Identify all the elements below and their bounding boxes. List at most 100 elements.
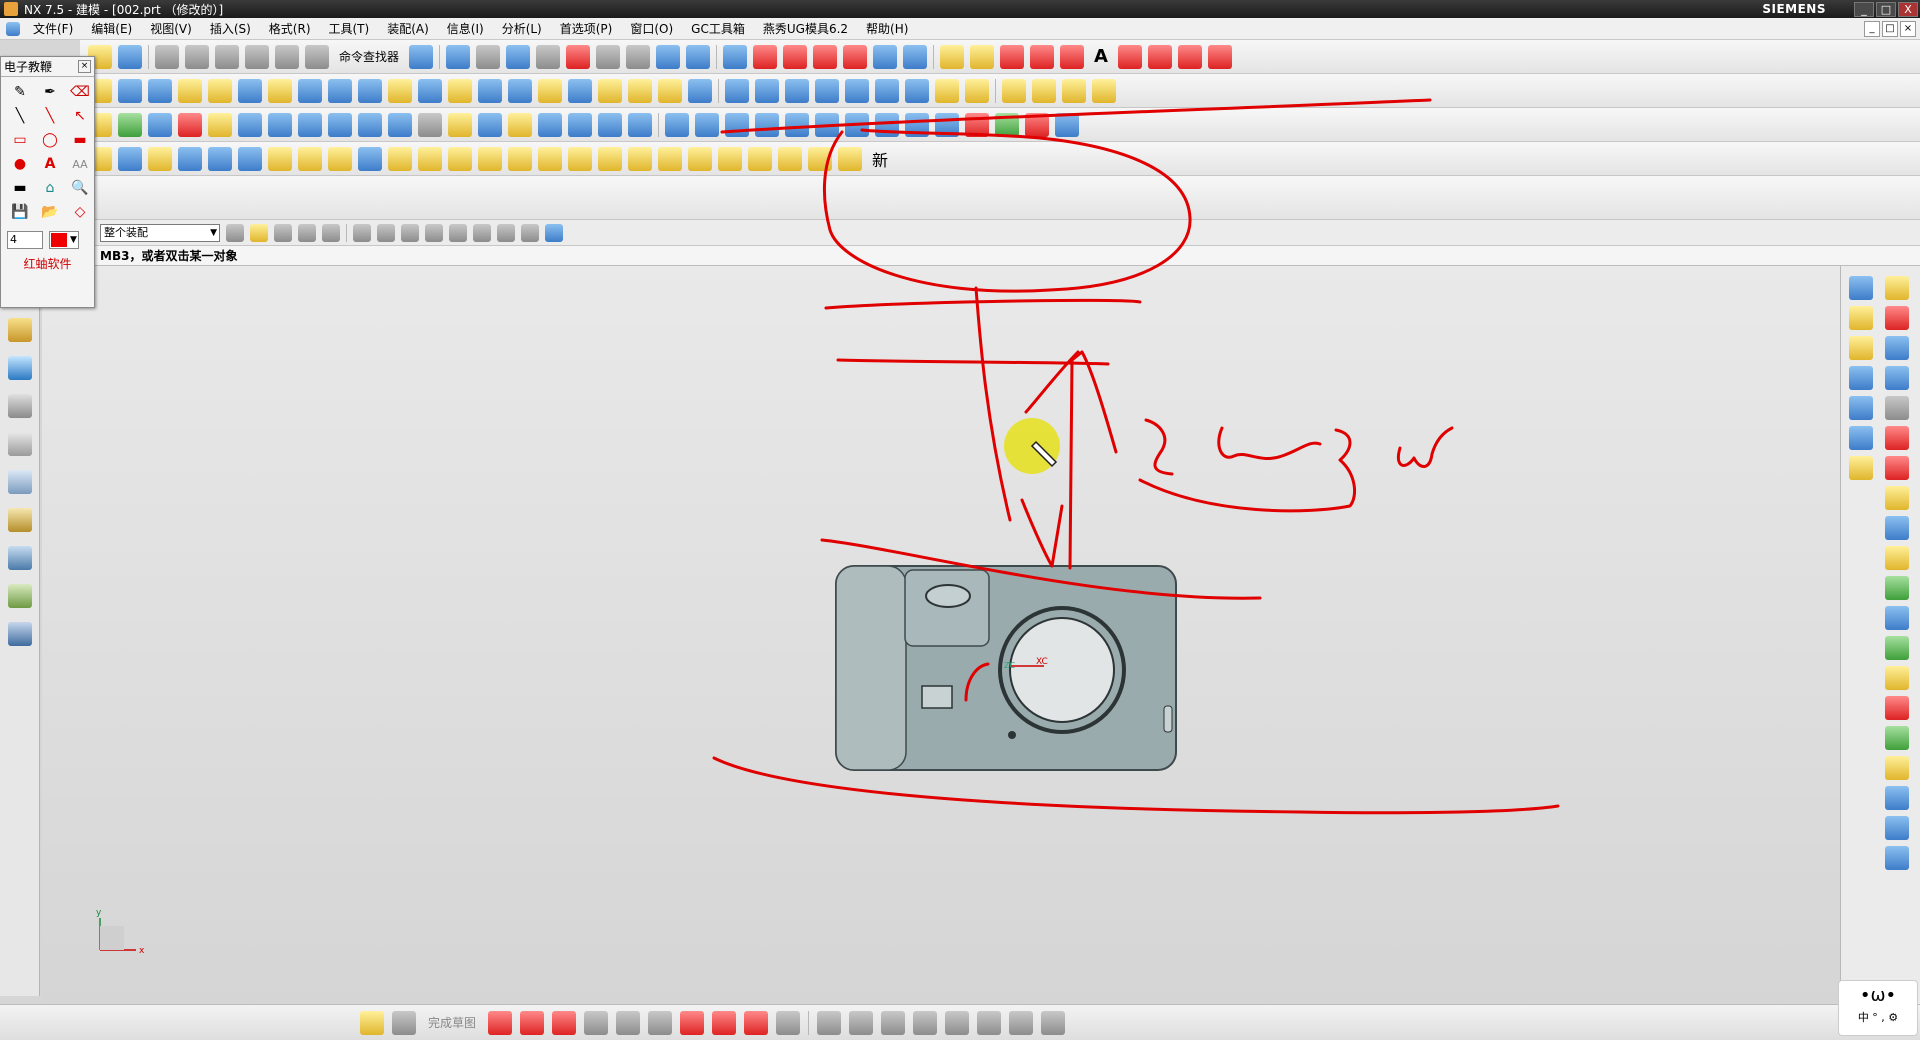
menu-yanxiu-mold[interactable]: 燕秀UG模具6.2: [754, 20, 857, 37]
bottom-mirror-icon[interactable]: [977, 1010, 1002, 1035]
redo-icon[interactable]: [275, 44, 299, 69]
snap-quadrant-icon[interactable]: [473, 223, 491, 242]
text-tool-icon[interactable]: A: [1090, 46, 1112, 67]
minimize-button[interactable]: _: [1854, 1, 1874, 17]
color-icon[interactable]: [1885, 426, 1909, 450]
bottom-circle-icon[interactable]: [584, 1010, 609, 1035]
mold-spring-icon[interactable]: [388, 146, 412, 171]
save-icon[interactable]: [118, 44, 142, 69]
screen-icon[interactable]: ⌂: [39, 179, 61, 197]
wireframe-icon[interactable]: [596, 44, 621, 69]
bottom-more-icon[interactable]: [1041, 1010, 1066, 1035]
menu-assembly[interactable]: 装配(A): [378, 20, 438, 37]
mirror-icon[interactable]: [358, 112, 382, 137]
translucency-icon[interactable]: [1885, 456, 1909, 480]
properties-icon[interactable]: [1885, 396, 1909, 420]
hole-icon[interactable]: [298, 78, 322, 103]
extrude-icon[interactable]: [238, 78, 262, 103]
offset-face-icon[interactable]: [965, 78, 989, 103]
menu-format[interactable]: 格式(R): [260, 20, 320, 37]
show-hide-icon[interactable]: [1885, 276, 1909, 300]
cone-icon[interactable]: [148, 78, 172, 103]
extract-icon[interactable]: [1002, 78, 1026, 103]
sphere-icon[interactable]: [178, 78, 202, 103]
lip-icon[interactable]: [538, 112, 562, 137]
select-all-icon[interactable]: [322, 223, 340, 242]
select-body-icon[interactable]: [274, 223, 292, 242]
graphics-window[interactable]: [42, 266, 1842, 1006]
paste-icon[interactable]: [215, 44, 239, 69]
save-palette-icon[interactable]: 💾: [9, 203, 31, 221]
menu-help[interactable]: 帮助(H): [857, 20, 917, 37]
part-navigator-icon[interactable]: [7, 318, 32, 342]
bottom-fillet-icon[interactable]: [616, 1010, 641, 1035]
filled-rect-icon[interactable]: ▬: [69, 131, 91, 149]
mold-gate-icon[interactable]: [148, 146, 172, 171]
clear-icon[interactable]: ⌫: [69, 83, 91, 101]
sketch-task-icon[interactable]: [360, 1010, 384, 1035]
snap-endpoint-icon[interactable]: [353, 223, 371, 242]
split-body-icon[interactable]: [628, 78, 652, 103]
mold-gear-icon[interactable]: [808, 146, 832, 171]
assembly-filter-select[interactable]: 整个装配: [100, 223, 220, 242]
maximize-button[interactable]: □: [1876, 1, 1896, 17]
system-materials-icon[interactable]: [7, 470, 32, 494]
wcs-rotate-icon[interactable]: [783, 44, 808, 69]
web-browser-icon[interactable]: [7, 394, 32, 418]
wcs-icon[interactable]: [723, 44, 748, 69]
mold-stop-icon[interactable]: [508, 146, 532, 171]
pad-icon[interactable]: [388, 78, 412, 103]
reflection-icon[interactable]: [1885, 516, 1909, 540]
boss-icon[interactable]: [328, 78, 352, 103]
pen-color-picker[interactable]: ▼: [49, 231, 79, 249]
snap-on-curve-icon[interactable]: [521, 223, 539, 242]
check-geometry-icon[interactable]: [1885, 696, 1909, 720]
datum-axis-icon[interactable]: [298, 112, 322, 137]
curvature-icon[interactable]: [1885, 576, 1909, 600]
mold-cooling-icon[interactable]: [268, 146, 292, 171]
pattern-icon[interactable]: [118, 112, 142, 137]
mold-pocket-icon[interactable]: [688, 146, 712, 171]
snap-center-icon[interactable]: [449, 223, 467, 242]
menu-edit[interactable]: 编辑(E): [82, 20, 141, 37]
patch-icon[interactable]: [935, 78, 959, 103]
sew-icon[interactable]: [905, 78, 929, 103]
project-curve-icon[interactable]: [1062, 78, 1086, 103]
through-mesh-icon[interactable]: [785, 78, 809, 103]
menu-tools[interactable]: 工具(T): [320, 20, 379, 37]
sketch-arc-icon[interactable]: [755, 112, 779, 137]
sketch-poly-icon[interactable]: [845, 112, 869, 137]
mold-eject-plate-icon[interactable]: [598, 146, 622, 171]
swept-icon[interactable]: [815, 78, 839, 103]
replace-face-icon[interactable]: [178, 112, 202, 137]
draft-analysis-icon[interactable]: [1885, 546, 1909, 570]
arc-icon[interactable]: [1030, 44, 1055, 69]
sketch-line-icon[interactable]: [725, 112, 749, 137]
sketch-offset-icon[interactable]: [1025, 112, 1049, 137]
pocket-icon[interactable]: [358, 78, 382, 103]
sketch-trim-icon[interactable]: [965, 112, 989, 137]
point-icon[interactable]: [903, 44, 928, 69]
layer-icon[interactable]: [686, 44, 711, 69]
doc-restore-button[interactable]: □: [1882, 20, 1898, 37]
thicken-icon[interactable]: [418, 112, 442, 137]
process-studio-icon[interactable]: [7, 546, 32, 570]
view-right-icon[interactable]: [1849, 336, 1873, 360]
slot-icon[interactable]: [418, 78, 442, 103]
snap-control-icon[interactable]: [401, 223, 419, 242]
mass-properties-icon[interactable]: [1885, 786, 1909, 810]
groove-icon[interactable]: [448, 78, 472, 103]
shaded-edges-icon[interactable]: [566, 44, 591, 69]
mold-ejector-icon[interactable]: [328, 146, 352, 171]
sketch-rect-icon[interactable]: [815, 112, 839, 137]
text-icon[interactable]: A: [39, 155, 61, 173]
bottom-arc-icon[interactable]: [552, 1010, 577, 1035]
filled-ellipse-icon[interactable]: ●: [9, 155, 31, 173]
rib-icon[interactable]: [508, 112, 532, 137]
sketch-spline-icon[interactable]: [875, 112, 899, 137]
background-icon[interactable]: [626, 44, 651, 69]
mold-screw-icon[interactable]: [358, 146, 382, 171]
open-palette-icon[interactable]: 📂: [39, 203, 61, 221]
mold-runner-icon[interactable]: [178, 146, 202, 171]
sketch-constraint-icon[interactable]: [1055, 112, 1079, 137]
